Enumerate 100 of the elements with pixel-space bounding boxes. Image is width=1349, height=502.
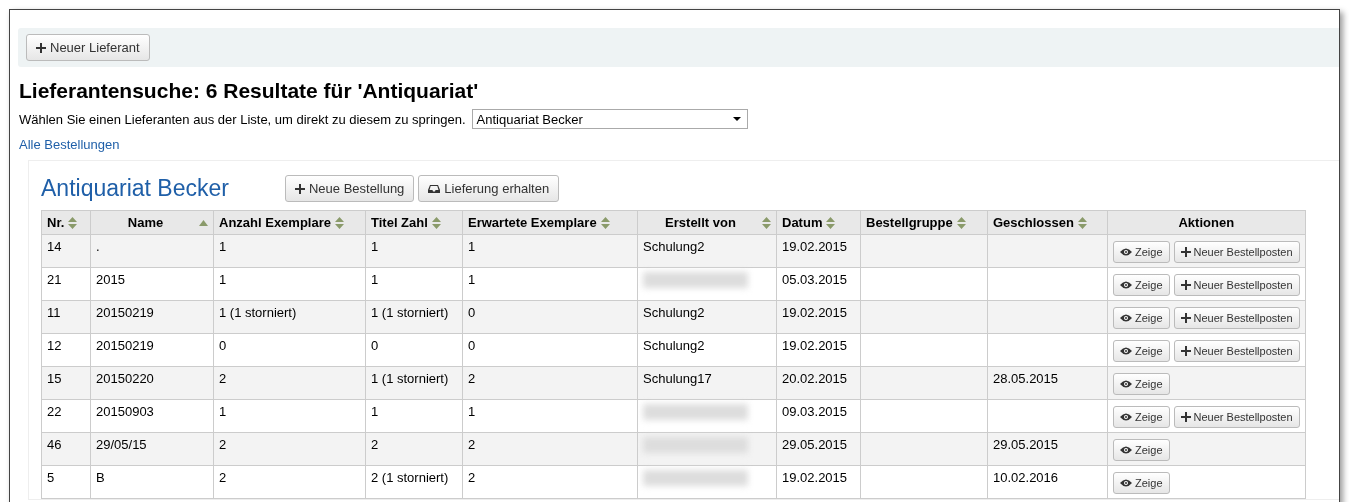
table-cell: 19.02.2015: [776, 465, 861, 499]
show-button[interactable]: Zeige: [1113, 373, 1170, 395]
table-cell: 2: [213, 366, 366, 400]
eye-icon: [1120, 248, 1132, 256]
table-cell: 5: [41, 465, 91, 499]
table-cell: 0: [213, 333, 366, 367]
table-cell: Schulung2: [637, 333, 777, 367]
plus-icon: [1180, 313, 1191, 323]
table-cell: 2 (1 storniert): [365, 465, 463, 499]
table-cell: 1: [213, 267, 366, 301]
table-cell: 0: [365, 333, 463, 367]
table-cell: 1: [462, 267, 638, 301]
table-cell: 20150219: [90, 300, 214, 334]
column-header[interactable]: Erstellt von: [637, 210, 777, 235]
plus-icon: [36, 42, 46, 53]
new-item-button[interactable]: Neuer Bestellposten: [1173, 307, 1300, 329]
table-cell: 22: [41, 399, 91, 433]
eye-icon: [1120, 413, 1132, 421]
table-cell: 1: [213, 399, 366, 433]
table-cell: 29.05.2015: [987, 432, 1108, 466]
table-cell: 1: [213, 234, 366, 268]
table-cell: 10.02.2016: [987, 465, 1108, 499]
column-header[interactable]: Geschlossen: [987, 210, 1108, 235]
table-cell: 29.05.2015: [776, 432, 861, 466]
eye-icon: [1120, 479, 1132, 487]
table-cell: 28.05.2015: [987, 366, 1108, 400]
table-cell: 1: [365, 234, 463, 268]
table-cell: 2: [213, 465, 366, 499]
new-order-button[interactable]: Neue Bestellung: [284, 175, 415, 202]
eye-icon: [1120, 347, 1132, 355]
plus-icon: [1180, 247, 1191, 257]
eye-icon: [1120, 380, 1132, 388]
vendor-name: Antiquariat Becker: [41, 175, 229, 202]
table-cell: 0: [462, 300, 638, 334]
table-cell: 19.02.2015: [776, 333, 861, 367]
plus-icon: [1180, 346, 1191, 356]
page-heading: Lieferantensuche: 6 Resultate für 'Antiquariat': [19, 79, 480, 103]
all-orders-link[interactable]: Alle Bestellungen: [19, 137, 120, 152]
table-cell: 11: [41, 300, 91, 334]
column-header[interactable]: Aktionen: [1107, 210, 1306, 235]
table-cell: 12: [41, 333, 91, 367]
table-cell: 05.03.2015: [776, 267, 861, 301]
show-button[interactable]: Zeige: [1113, 241, 1170, 263]
table-cell: 1 (1 storniert): [365, 300, 463, 334]
receive-delivery-button[interactable]: Lieferung erhalten: [418, 175, 560, 202]
eye-icon: [1120, 281, 1132, 289]
table-cell: 09.03.2015: [776, 399, 861, 433]
inbox-icon: [428, 183, 441, 194]
show-button[interactable]: Zeige: [1113, 307, 1170, 329]
table-cell: 1 (1 storniert): [213, 300, 366, 334]
table-cell: 14: [41, 234, 91, 268]
vendor-select[interactable]: Antiquariat Becker: [471, 109, 748, 129]
table-cell: 29/05/15: [90, 432, 214, 466]
column-header[interactable]: Datum: [776, 210, 861, 235]
table-cell: B: [90, 465, 214, 499]
table-cell: 2: [365, 432, 463, 466]
table-cell: 1: [462, 234, 638, 268]
table-cell: 0: [462, 333, 638, 367]
table-cell: 2: [462, 366, 638, 400]
table-cell: 2: [462, 465, 638, 499]
table-cell: Schulung2: [637, 234, 777, 268]
table-cell: 19.02.2015: [776, 234, 861, 268]
table-cell: 2015: [90, 267, 214, 301]
table-cell: 1: [462, 399, 638, 433]
plus-icon: [294, 183, 305, 194]
table-cell: 20.02.2015: [776, 366, 861, 400]
table-cell: .: [90, 234, 214, 268]
table-cell: 20150220: [90, 366, 214, 400]
table-cell: 19.02.2015: [776, 300, 861, 334]
table-cell: 2: [462, 432, 638, 466]
show-button[interactable]: Zeige: [1113, 274, 1170, 296]
plus-icon: [1180, 280, 1191, 290]
new-item-button[interactable]: Neuer Bestellposten: [1173, 274, 1300, 296]
new-item-button[interactable]: Neuer Bestellposten: [1173, 340, 1300, 362]
show-button[interactable]: Zeige: [1113, 472, 1170, 494]
show-button[interactable]: Zeige: [1113, 340, 1170, 362]
table-cell: 46: [41, 432, 91, 466]
table-cell: 1 (1 storniert): [365, 366, 463, 400]
show-button[interactable]: Zeige: [1113, 439, 1170, 461]
table-cell: 1: [365, 399, 463, 433]
table-cell: 15: [41, 366, 91, 400]
plus-icon: [1180, 412, 1191, 422]
new-item-button[interactable]: Neuer Bestellposten: [1173, 241, 1300, 263]
new-item-button[interactable]: Neuer Bestellposten: [1173, 406, 1300, 428]
column-header[interactable]: Erwartete Exemplare: [462, 210, 638, 235]
column-header[interactable]: Bestellgruppe: [860, 210, 988, 235]
table-cell: 2: [213, 432, 366, 466]
table-cell: Schulung17: [637, 366, 777, 400]
column-header[interactable]: Anzahl Exemplare: [213, 210, 366, 235]
vendor-select-label: Wählen Sie einen Lieferanten aus der Liste, um direkt zu diesem zu springen.: [19, 111, 466, 127]
table-cell: 1: [365, 267, 463, 301]
eye-icon: [1120, 314, 1132, 322]
new-vendor-button[interactable]: Neuer Lieferant: [26, 34, 150, 61]
column-header[interactable]: Name: [90, 210, 214, 235]
table-cell: Schulung2: [637, 300, 777, 334]
eye-icon: [1120, 446, 1132, 454]
show-button[interactable]: Zeige: [1113, 406, 1170, 428]
column-header[interactable]: Titel Zahl: [365, 210, 463, 235]
table-cell: 20150219: [90, 333, 214, 367]
column-header[interactable]: Nr.: [41, 210, 91, 235]
